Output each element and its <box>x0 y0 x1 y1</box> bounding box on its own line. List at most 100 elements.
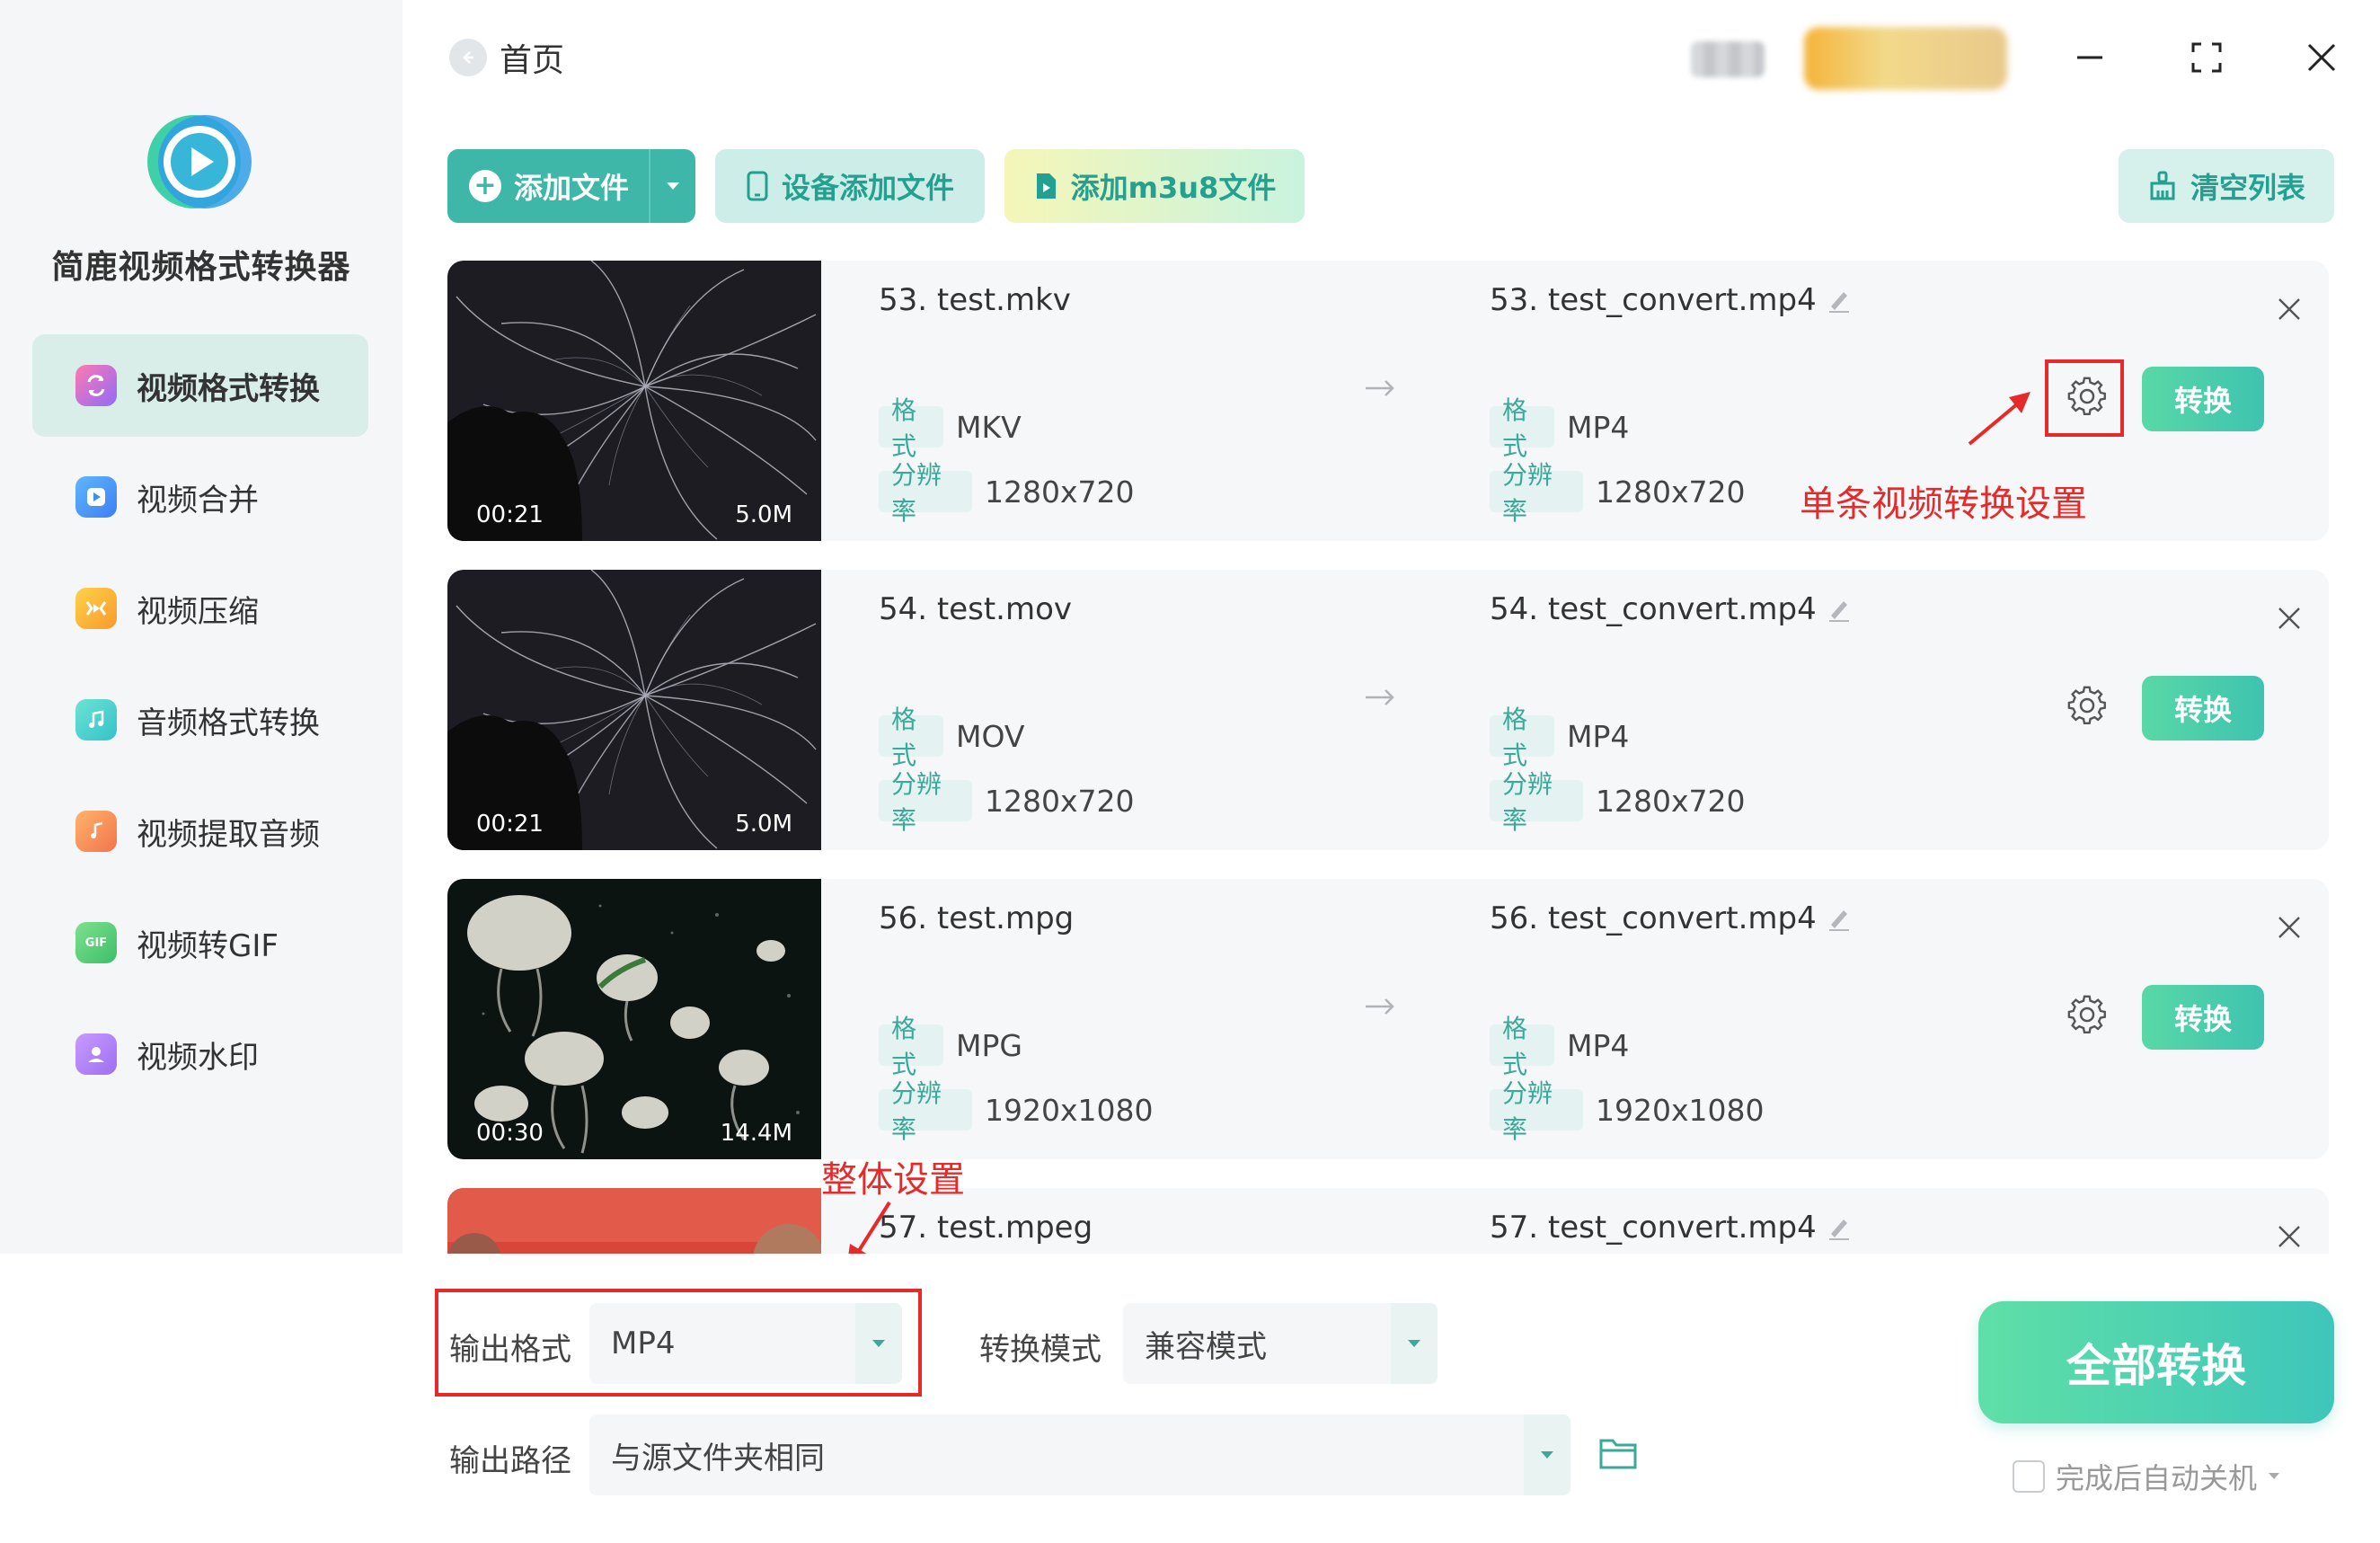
auto-shutdown-checkbox[interactable] <box>2013 1460 2045 1493</box>
output-path-select[interactable]: 与源文件夹相同 <box>589 1414 1570 1495</box>
remove-file-button[interactable] <box>2271 600 2307 636</box>
output-file-name: 56. test_convert.mp4 <box>1490 900 1853 936</box>
format-tag: 格式 <box>879 395 943 461</box>
output-file-name-text: 57. test_convert.mp4 <box>1490 1210 1817 1246</box>
blurred-vip-badge[interactable] <box>1804 27 2007 90</box>
remove-file-button[interactable] <box>2271 909 2307 945</box>
convert-all-button[interactable]: 全部转换 <box>1978 1301 2334 1423</box>
auto-shutdown-label: 完成后自动关机 <box>2056 1461 2258 1495</box>
remove-file-button[interactable] <box>2271 1219 2307 1254</box>
video-merge-icon <box>75 476 117 518</box>
output-file-name-text: 56. test_convert.mp4 <box>1490 900 1817 936</box>
source-format: 格式 MPG <box>879 1014 1022 1079</box>
convert-button[interactable]: 转换 <box>2142 367 2264 431</box>
sidebar-item-video-gif[interactable]: GIF 视频转GIF <box>32 891 368 994</box>
file-settings-button[interactable] <box>2063 683 2111 732</box>
add-file-label: 添加文件 <box>514 171 630 205</box>
minimize-button[interactable] <box>2065 32 2115 83</box>
source-resolution: 分辨率 1280x720 <box>879 769 1135 835</box>
audio-convert-icon <box>75 699 117 740</box>
arrow-right-icon <box>1362 377 1398 403</box>
sidebar-item-audio-convert[interactable]: 音频格式转换 <box>32 669 368 771</box>
sidebar-item-label: 视频提取音频 <box>137 816 320 853</box>
output-format: 格式 MP4 <box>1490 1014 1630 1079</box>
convert-button[interactable]: 转换 <box>2142 676 2264 740</box>
sidebar-item-label: 视频格式转换 <box>137 370 320 407</box>
clear-list-label: 清空列表 <box>2190 171 2305 205</box>
conversion-mode-select-value: 兼容模式 <box>1145 1328 1267 1365</box>
source-resolution: 分辨率 1280x720 <box>879 460 1135 526</box>
format-tag: 格式 <box>879 705 943 770</box>
file-settings-button[interactable] <box>2063 992 2111 1041</box>
edit-icon[interactable] <box>1826 596 1853 623</box>
chevron-down-icon <box>1391 1303 1438 1384</box>
edit-icon[interactable] <box>1826 287 1853 314</box>
output-format-value: MP4 <box>1567 1027 1630 1063</box>
gear-icon <box>2066 994 2108 1039</box>
clear-list-button[interactable]: 清空列表 <box>2119 149 2334 223</box>
source-file-name: 53. test.mkv <box>879 282 1071 318</box>
resolution-tag: 分辨率 <box>879 769 972 835</box>
chevron-down-icon <box>2268 1472 2280 1481</box>
add-m3u8-label: 添加m3u8文件 <box>1070 171 1277 205</box>
sidebar-item-label: 音频格式转换 <box>137 705 320 741</box>
file-row: 00:30 14.4M 56. test.mpg 56. test_conver… <box>447 879 2329 1159</box>
chevron-down-icon <box>1524 1414 1570 1495</box>
video-thumbnail[interactable]: 00:21 5.0M <box>447 570 821 850</box>
sidebar-item-video-convert[interactable]: 视频格式转换 <box>32 334 368 437</box>
edit-icon[interactable] <box>1826 1214 1853 1241</box>
add-device-file-button[interactable]: 设备添加文件 <box>715 149 985 223</box>
sidebar-item-label: 视频水印 <box>137 1039 259 1076</box>
blurred-user-info <box>1691 41 1765 77</box>
close-button[interactable] <box>2296 32 2347 83</box>
annotation-highlight-box <box>435 1289 922 1397</box>
output-format-value: MP4 <box>1567 718 1630 754</box>
video-thumbnail[interactable]: 00:30 14.4M <box>447 879 821 1159</box>
resolution-tag: 分辨率 <box>879 460 972 526</box>
video-size: 5.0M <box>735 501 792 528</box>
source-resolution-value: 1280x720 <box>985 474 1135 510</box>
output-resolution-value: 1920x1080 <box>1596 1092 1765 1128</box>
add-m3u8-button[interactable]: 添加m3u8文件 <box>1004 149 1305 223</box>
gear-icon <box>2066 685 2108 730</box>
arrow-right-icon <box>1362 687 1398 712</box>
add-file-button[interactable]: + 添加文件 <box>447 149 695 223</box>
edit-icon[interactable] <box>1826 905 1853 932</box>
sidebar-item-label: 视频合并 <box>137 482 259 519</box>
sidebar-item-video-compress[interactable]: 视频压缩 <box>32 557 368 660</box>
source-resolution-value: 1280x720 <box>985 783 1135 819</box>
open-folder-button[interactable] <box>1596 1432 1641 1477</box>
output-format: 格式 MP4 <box>1490 395 1629 461</box>
home-button[interactable]: 首页 <box>449 34 564 81</box>
sidebar-item-video-merge[interactable]: 视频合并 <box>32 446 368 548</box>
fullscreen-button[interactable] <box>2181 32 2232 83</box>
video-size: 5.0M <box>735 811 792 838</box>
app-window: 简鹿视频格式转换器 视频格式转换 视频合并 视频压缩 音频格式转换 视频提取音频… <box>0 0 2380 1543</box>
conversion-mode-select[interactable]: 兼容模式 <box>1123 1303 1438 1384</box>
video-convert-icon <box>75 365 117 406</box>
source-format: 格式 MKV <box>879 395 1022 461</box>
annotation-global-settings: 整体设置 <box>821 1159 965 1201</box>
back-arrow-icon <box>449 39 487 76</box>
resolution-tag: 分辨率 <box>879 1078 972 1144</box>
convert-button[interactable]: 转换 <box>2142 985 2264 1050</box>
folder-icon <box>1598 1435 1638 1475</box>
resolution-tag: 分辨率 <box>1490 1078 1583 1144</box>
sidebar-item-extract-audio[interactable]: 视频提取音频 <box>32 780 368 882</box>
output-file-name-text: 54. test_convert.mp4 <box>1490 591 1817 627</box>
video-thumbnail[interactable] <box>447 1188 821 1254</box>
auto-shutdown-option[interactable]: 完成后自动关机 <box>2013 1456 2280 1497</box>
video-thumbnail[interactable]: 00:21 5.0M <box>447 261 821 541</box>
source-resolution-value: 1920x1080 <box>985 1092 1154 1128</box>
sidebar-item-watermark[interactable]: 视频水印 <box>32 1003 368 1105</box>
output-resolution-value: 1280x720 <box>1596 783 1746 819</box>
source-file-name: 54. test.mov <box>879 591 1073 627</box>
source-file-name: 56. test.mpg <box>879 900 1075 936</box>
resolution-tag: 分辨率 <box>1490 769 1583 835</box>
output-resolution: 分辨率 1920x1080 <box>1490 1078 1765 1144</box>
add-file-dropdown[interactable] <box>649 149 695 223</box>
output-file-name: 53. test_convert.mp4 <box>1490 282 1853 318</box>
remove-file-button[interactable] <box>2271 291 2307 327</box>
format-tag: 格式 <box>879 1014 943 1079</box>
format-tag: 格式 <box>1490 705 1554 770</box>
